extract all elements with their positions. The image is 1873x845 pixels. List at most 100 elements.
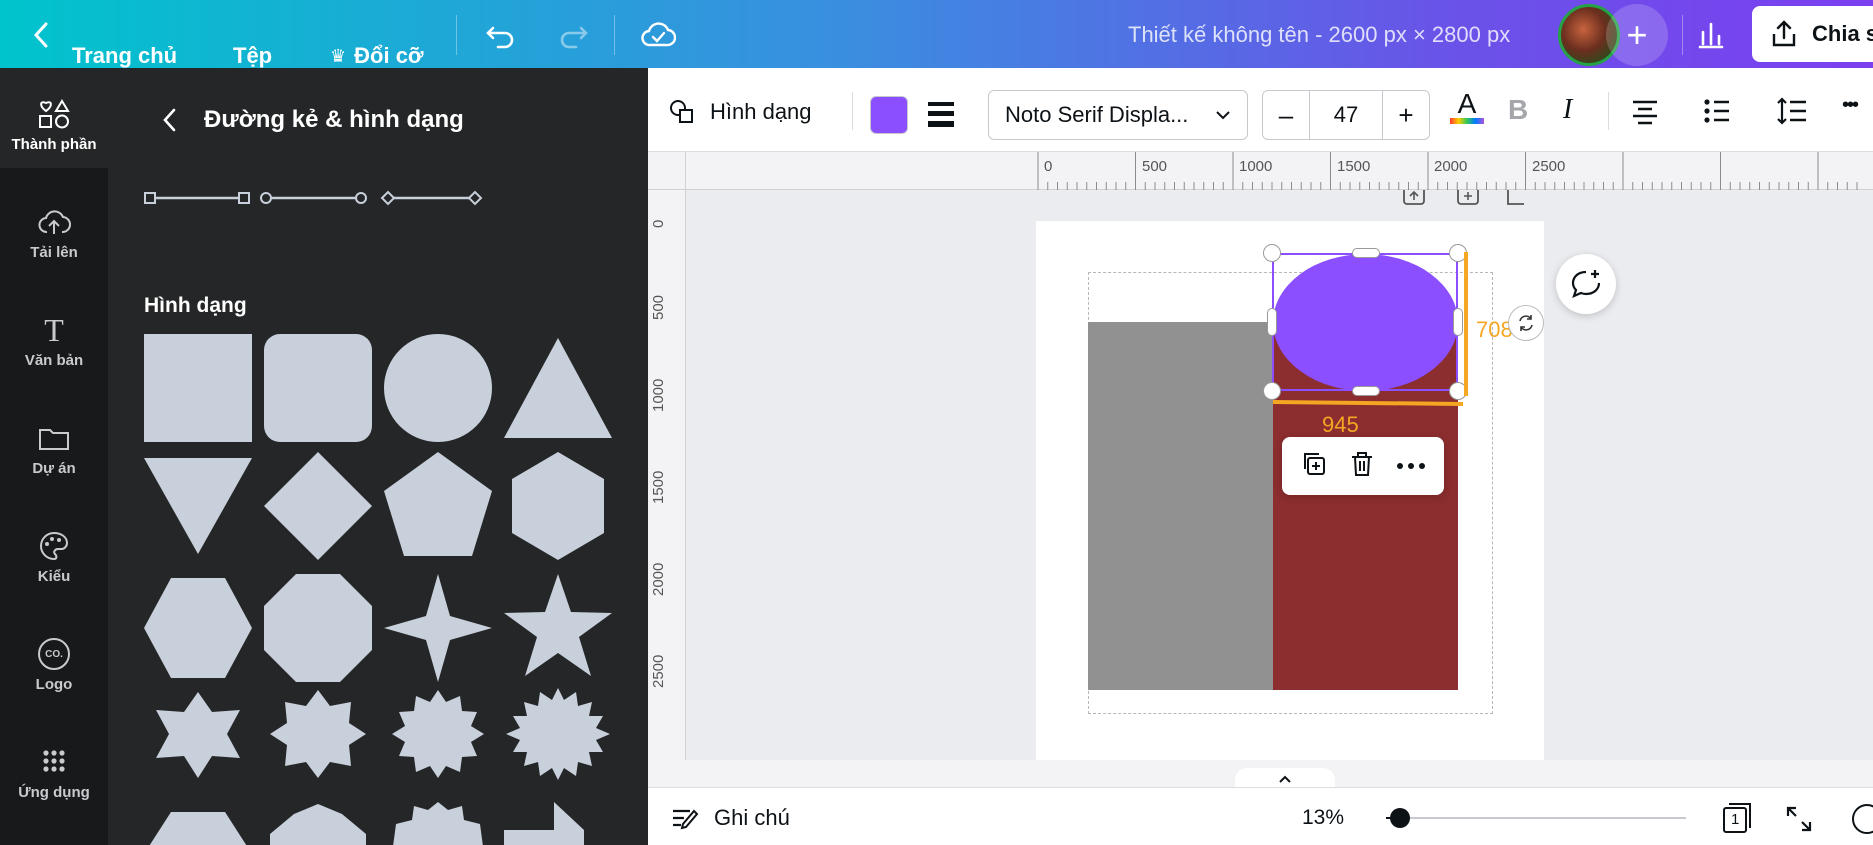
resize-label: Đổi cỡ — [354, 43, 424, 68]
list-bullets-icon[interactable] — [1702, 96, 1732, 131]
redo-icon[interactable] — [556, 18, 590, 57]
elements-icon — [39, 99, 70, 129]
shape-square[interactable] — [144, 334, 252, 442]
duplicate-icon[interactable] — [1300, 450, 1328, 483]
shape-octagon[interactable] — [264, 574, 372, 682]
resize-handle-left[interactable] — [1267, 308, 1277, 336]
fullscreen-icon[interactable] — [1784, 804, 1814, 839]
shape-inverted-triangle[interactable] — [144, 458, 252, 554]
share-button[interactable]: Chia s — [1752, 6, 1873, 62]
shape-hexagon-partial[interactable] — [144, 812, 252, 845]
panel-back-icon[interactable] — [158, 104, 182, 141]
apps-icon — [43, 750, 65, 772]
shape-pentagon[interactable] — [384, 452, 492, 556]
shape-arrow-partial[interactable] — [504, 802, 584, 845]
font-family-select[interactable]: Noto Serif Displa... — [988, 90, 1248, 140]
shape-star-5[interactable] — [504, 574, 612, 676]
shape-badge-partial[interactable] — [270, 804, 366, 845]
more-options-icon[interactable]: ••• — [1842, 94, 1859, 117]
shape-star-6[interactable] — [156, 692, 240, 778]
bold-icon[interactable]: B — [1508, 94, 1528, 126]
add-collaborator-button[interactable]: + — [1606, 4, 1668, 66]
page-count-icon[interactable]: 1 — [1720, 802, 1754, 839]
notes-button[interactable]: Ghi chú — [670, 804, 790, 832]
selection-box — [1272, 253, 1458, 391]
ruler-tick-label: 1000 — [650, 378, 667, 412]
add-page-icon[interactable] — [1457, 190, 1479, 205]
canvas-area[interactable]: 708 945 — [686, 190, 1873, 760]
shape-rounded-square[interactable] — [264, 334, 372, 442]
insights-chart-icon[interactable] — [1694, 18, 1728, 57]
rail-label: Văn bản — [24, 352, 84, 369]
text-color-glyph: A — [1457, 88, 1477, 119]
resize-handle-bottom[interactable] — [1352, 386, 1380, 396]
rail-label: Tải lên — [30, 244, 78, 261]
page-up-icon[interactable] — [1403, 190, 1425, 205]
shape-star-12[interactable] — [392, 690, 484, 778]
rail-item-logo[interactable]: CO. Logo — [0, 608, 108, 708]
ruler-tick-label: 0 — [1044, 158, 1053, 175]
more-icon[interactable] — [1396, 457, 1426, 475]
line-diamond-ends[interactable] — [380, 190, 483, 206]
italic-icon[interactable]: I — [1563, 94, 1572, 126]
rail-item-styles[interactable]: Kiểu — [0, 500, 108, 600]
zoom-slider-knob[interactable] — [1389, 808, 1410, 828]
width-measure-label: 945 — [1322, 412, 1359, 437]
line-square-ends[interactable] — [144, 192, 250, 204]
ruler-tick-label: 0 — [650, 219, 667, 228]
shape-burst-partial[interactable] — [392, 802, 484, 845]
shape-diamond[interactable] — [264, 452, 372, 560]
rotate-handle-icon[interactable] — [1508, 305, 1544, 341]
panel-title: Đường kẻ & hình dạng — [204, 106, 464, 133]
rail-item-text[interactable]: T Văn bản — [0, 284, 108, 384]
shapes-grid — [144, 334, 612, 845]
font-family-value: Noto Serif Displa... — [1005, 102, 1189, 127]
font-size-stepper: – 47 + — [1262, 90, 1430, 140]
gray-rectangle[interactable] — [1088, 322, 1273, 690]
resize-handle-bottom-left[interactable] — [1263, 382, 1281, 400]
resize-handle-right[interactable] — [1453, 308, 1463, 336]
ruler-tick-label: 500 — [1142, 158, 1168, 175]
rail-item-projects[interactable]: Dự án — [0, 392, 108, 492]
expand-page-icon[interactable] — [1507, 190, 1524, 205]
rail-label: Dự án — [32, 460, 76, 477]
shape-star-8[interactable] — [270, 690, 366, 778]
line-circle-ends[interactable] — [260, 192, 367, 204]
shape-triangle[interactable] — [504, 338, 612, 438]
shape-star-16[interactable] — [506, 688, 610, 780]
border-style-icon[interactable] — [924, 98, 958, 135]
rail-item-apps[interactable]: Ứng dụng — [0, 716, 108, 816]
shape-type-button[interactable]: Hình dạng — [668, 98, 812, 126]
zoom-slider-track[interactable] — [1394, 817, 1686, 819]
rail-item-elements[interactable]: Thành phần — [0, 68, 108, 168]
align-center-icon[interactable] — [1630, 96, 1660, 131]
trash-icon[interactable] — [1349, 450, 1375, 483]
font-size-increase-button[interactable]: + — [1383, 91, 1429, 139]
rail-item-uploads[interactable]: Tải lên — [0, 176, 108, 276]
divider — [456, 15, 457, 55]
font-size-decrease-button[interactable]: – — [1263, 91, 1309, 139]
resize-handle-top-left[interactable] — [1263, 244, 1281, 262]
zoom-percentage[interactable]: 13% — [1302, 806, 1344, 830]
ruler-tick-label: 2500 — [1532, 158, 1566, 175]
notes-icon — [673, 809, 699, 830]
upload-icon — [38, 210, 71, 234]
shape-hexagon-flat[interactable] — [144, 578, 252, 678]
shape-star-4[interactable] — [384, 574, 492, 682]
shape-hexagon[interactable] — [512, 452, 604, 560]
resize-handle-top[interactable] — [1352, 248, 1380, 258]
cloud-saved-icon[interactable] — [640, 18, 677, 57]
page-action-icons — [1402, 190, 1552, 213]
add-comment-icon[interactable] — [1556, 254, 1616, 314]
help-icon[interactable] — [1852, 804, 1873, 834]
height-measure-line — [1464, 252, 1468, 396]
text-color-icon[interactable]: A — [1450, 90, 1484, 124]
undo-icon[interactable] — [484, 18, 518, 57]
line-spacing-icon[interactable] — [1776, 96, 1808, 131]
back-chevron-icon[interactable] — [28, 18, 56, 57]
shape-circle[interactable] — [384, 334, 492, 442]
font-size-input[interactable]: 47 — [1309, 91, 1383, 139]
context-toolbar: Hình dạng Noto Serif Displa... – 47 + A … — [648, 68, 1873, 152]
fill-color-swatch[interactable] — [870, 96, 908, 134]
document-title[interactable]: Thiết kế không tên - 2600 px × 2800 px — [1128, 22, 1510, 48]
